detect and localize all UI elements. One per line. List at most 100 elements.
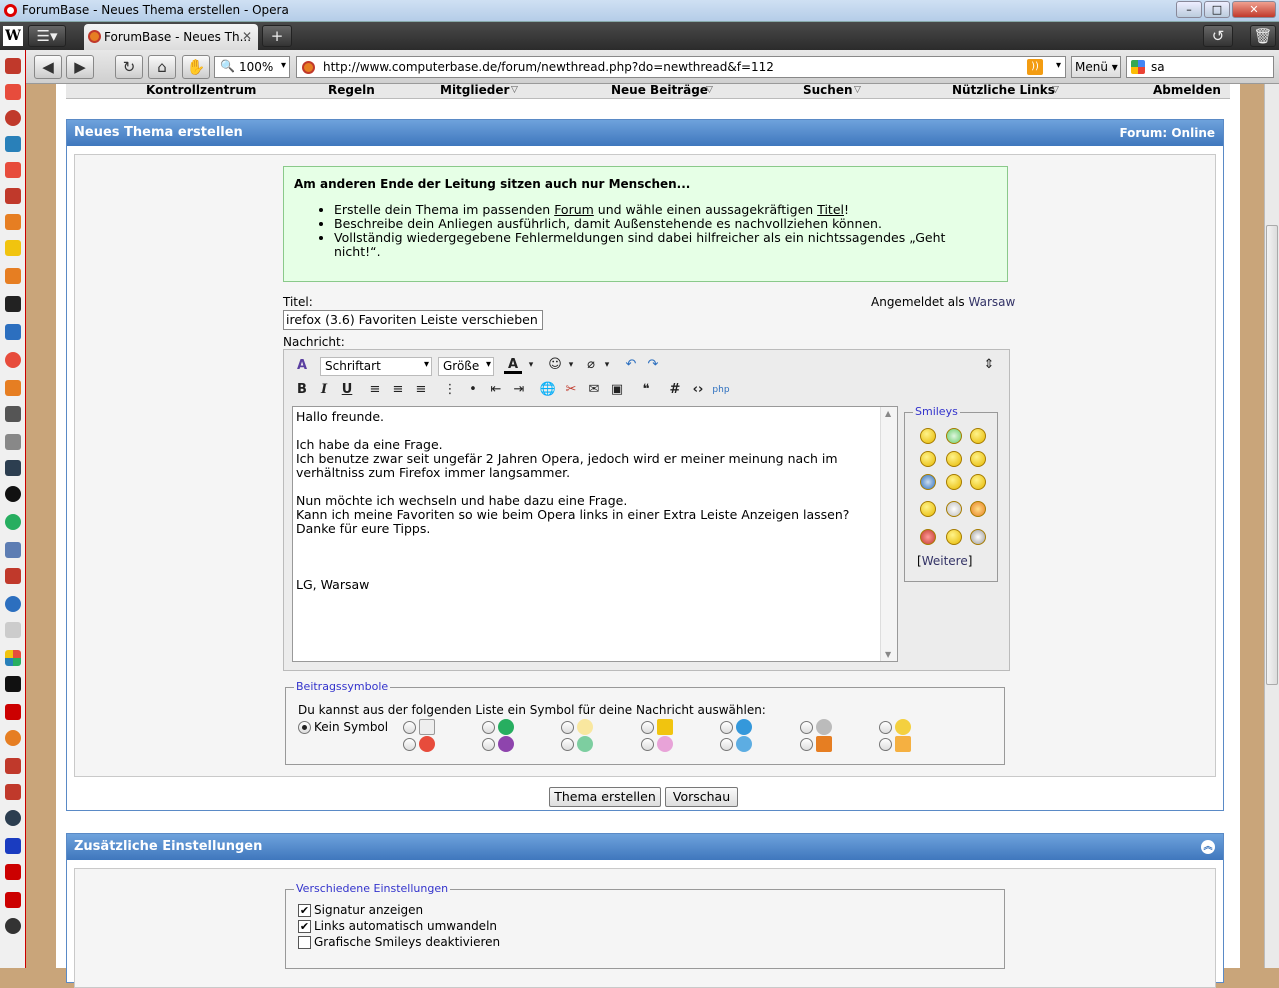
align-center-icon[interactable]: ≡ [389, 381, 407, 399]
panel-icon[interactable] [5, 730, 21, 746]
redo-icon[interactable]: ↷ [644, 356, 662, 374]
panel-icon[interactable] [5, 434, 21, 450]
smiley-icon[interactable] [920, 451, 936, 467]
smiley-icon[interactable] [970, 529, 986, 545]
tab-menu-button[interactable]: ☰▾ [28, 25, 66, 47]
php-code-icon[interactable]: php [712, 381, 730, 399]
post-icon-radio-none[interactable] [298, 721, 311, 734]
smiley-laugh-icon[interactable] [920, 474, 936, 490]
panel-icon[interactable] [5, 406, 21, 422]
undo-icon[interactable]: ↶ [622, 356, 640, 374]
smiley-icon[interactable] [946, 474, 962, 490]
preview-button[interactable]: Vorschau [665, 787, 738, 807]
message-textarea[interactable]: Hallo freunde. Ich habe da eine Frage. I… [292, 406, 898, 662]
scroll-down-icon[interactable]: ▼ [885, 650, 891, 659]
align-right-icon[interactable]: ≡ [412, 381, 430, 399]
insert-email-icon[interactable]: ✉ [585, 381, 603, 399]
f1-icon[interactable] [5, 704, 21, 720]
align-left-icon[interactable]: ≡ [366, 381, 384, 399]
trash-closed-tabs-icon[interactable]: ↺ [1203, 25, 1233, 47]
f1-icon[interactable] [5, 892, 21, 908]
panel-icon[interactable] [5, 542, 21, 558]
panel-icon[interactable] [5, 214, 21, 230]
create-thread-button[interactable]: Thema erstellen [549, 787, 661, 807]
panel-icon[interactable] [5, 460, 21, 476]
post-icon-radio[interactable] [720, 738, 733, 751]
panel-icon[interactable] [5, 784, 21, 800]
rss-feed-icon[interactable]: )) [1027, 59, 1043, 75]
resize-editor-icon[interactable]: ⇕ [980, 356, 998, 374]
nav-item-regeln[interactable]: Regeln [328, 83, 375, 97]
smiley-devil-icon[interactable] [970, 501, 986, 517]
code-hash-icon[interactable]: # [666, 381, 684, 399]
forum-link[interactable]: Forum [554, 202, 594, 217]
back-button[interactable]: ◀ [34, 55, 62, 79]
nav-item-suchen[interactable]: Suchen [803, 83, 853, 97]
remove-link-icon[interactable]: ✂ [562, 381, 580, 399]
maximize-button[interactable]: □ [1204, 1, 1230, 18]
panel-icon[interactable] [5, 622, 21, 638]
new-tab-button[interactable]: + [262, 25, 292, 47]
ebay-icon[interactable] [5, 136, 21, 152]
message-scrollbar[interactable]: ▲ ▼ [880, 407, 897, 661]
wand-button[interactable]: ✋ [182, 55, 210, 79]
smiley-icon[interactable] [946, 529, 962, 545]
scroll-up-icon[interactable]: ▲ [885, 409, 891, 418]
reload-button[interactable]: ↻ [115, 55, 143, 79]
chevron-down-icon[interactable]: ▾ [562, 356, 580, 374]
post-icon-radio[interactable] [879, 738, 892, 751]
smiley-icon[interactable] [946, 501, 962, 517]
trash-icon[interactable]: 🗑 [1250, 25, 1276, 47]
chevron-down-icon[interactable]: ▾ [598, 356, 616, 374]
menu-button[interactable]: Menü ▾ [1071, 56, 1121, 78]
post-icon-radio[interactable] [403, 738, 416, 751]
panel-icon[interactable] [5, 486, 21, 502]
close-window-button[interactable]: ✕ [1232, 1, 1276, 18]
chevron-down-icon[interactable]: ▾ [1056, 60, 1061, 71]
post-icon-radio[interactable] [403, 721, 416, 734]
panel-icon[interactable] [5, 810, 21, 826]
post-icon-radio[interactable] [879, 721, 892, 734]
title-link[interactable]: Titel [817, 202, 844, 217]
panel-icon[interactable] [5, 268, 21, 284]
panel-icon[interactable] [5, 676, 21, 692]
title-input[interactable]: irefox (3.6) Favoriten Leiste verschiebe… [283, 310, 543, 330]
panel-icon[interactable] [5, 380, 21, 396]
size-select[interactable]: Größe [438, 357, 494, 376]
post-icon-radio[interactable] [561, 721, 574, 734]
signature-checkbox[interactable]: ✔ [298, 904, 311, 917]
quote-icon[interactable]: ❝ [637, 381, 655, 399]
panel-icon[interactable] [5, 240, 21, 256]
username-link[interactable]: Warsaw [969, 295, 1016, 309]
text-color-icon[interactable]: A [504, 356, 522, 374]
smiley-icon[interactable] [946, 451, 962, 467]
nav-item-nuetzliche-links[interactable]: Nützliche Links [952, 83, 1055, 97]
chevron-down-icon[interactable]: ▾ [522, 356, 540, 374]
panel-icon[interactable] [5, 58, 21, 74]
post-icon-radio[interactable] [482, 721, 495, 734]
smiley-grin-icon[interactable] [946, 428, 962, 444]
outdent-icon[interactable]: ⇤ [487, 381, 505, 399]
post-icon-radio[interactable] [641, 721, 654, 734]
address-input[interactable]: http://www.computerbase.de/forum/newthre… [296, 56, 1066, 78]
panel-icon[interactable] [5, 352, 21, 368]
panel-icon[interactable] [5, 596, 21, 612]
amazon-icon[interactable] [5, 296, 21, 312]
nav-item-kontrollzentrum[interactable]: Kontrollzentrum [146, 83, 256, 97]
html-code-icon[interactable]: ‹› [689, 381, 707, 399]
panel-icon[interactable] [5, 110, 21, 126]
smiley-icon[interactable] [970, 428, 986, 444]
underline-icon[interactable]: U [338, 381, 356, 399]
ordered-list-icon[interactable]: ⋮ [441, 381, 459, 399]
remove-format-icon[interactable]: A [293, 357, 311, 375]
font-select[interactable]: Schriftart [320, 357, 432, 376]
minimize-button[interactable]: – [1176, 1, 1202, 18]
home-button[interactable]: ⌂ [148, 55, 176, 79]
insert-image-icon[interactable]: ▣ [608, 381, 626, 399]
smiley-angry-icon[interactable] [920, 529, 936, 545]
post-icon-radio[interactable] [720, 721, 733, 734]
smiley-icon[interactable] [920, 428, 936, 444]
panel-icon[interactable] [5, 758, 21, 774]
post-icon-radio[interactable] [641, 738, 654, 751]
italic-icon[interactable]: I [315, 381, 333, 399]
